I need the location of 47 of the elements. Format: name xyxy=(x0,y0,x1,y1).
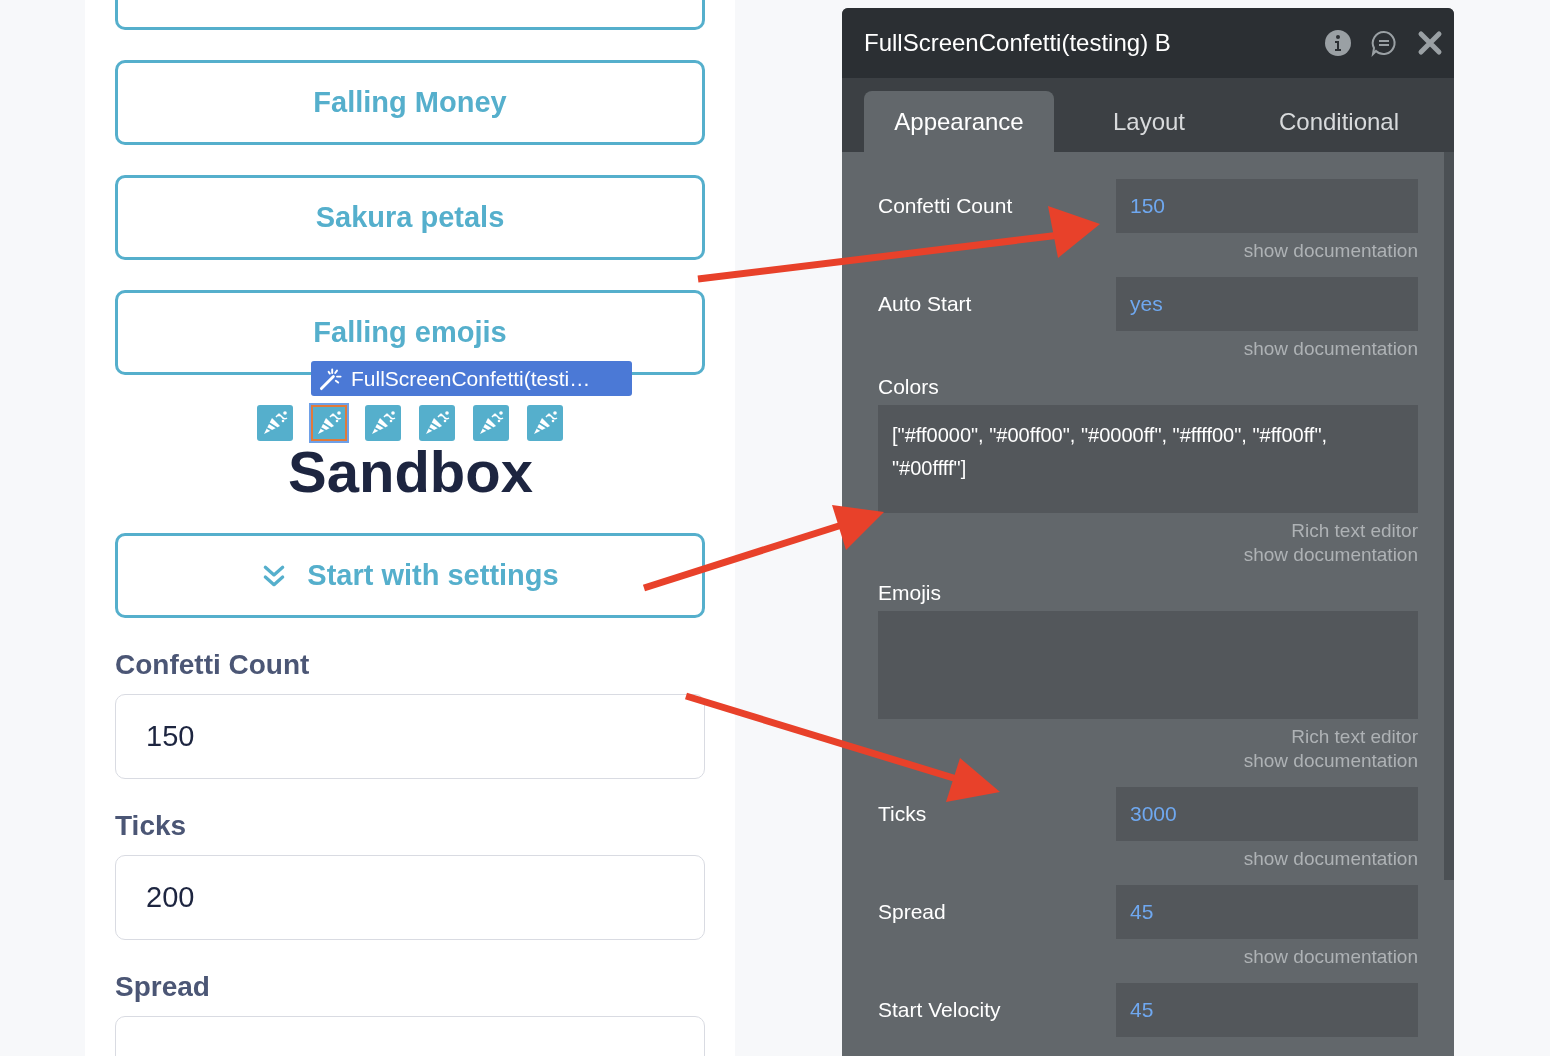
property-label: Auto Start xyxy=(878,292,972,316)
documentation-link[interactable]: show documentation xyxy=(1243,847,1418,871)
property-label: Emojis xyxy=(878,581,941,604)
property-textarea[interactable]: ["#ff0000", "#00ff00", "#0000ff", "#ffff00", "#ff00ff", "#00ffff"] xyxy=(878,405,1418,513)
field-label: Spread xyxy=(115,970,211,1004)
input-field[interactable]: 200 xyxy=(115,855,705,940)
start-settings-button[interactable]: Start with settings xyxy=(115,533,705,618)
party-popper-icon[interactable] xyxy=(365,405,401,441)
documentation-link[interactable]: Rich text editor xyxy=(1291,725,1418,749)
documentation-link[interactable]: show documentation xyxy=(1243,239,1418,263)
close-icon[interactable] xyxy=(1416,29,1444,57)
property-label: Confetti Count xyxy=(878,194,1013,218)
panel-tab[interactable]: Conditional xyxy=(1244,91,1434,152)
property-label: Colors xyxy=(878,375,939,398)
panel-tab[interactable]: Appearance xyxy=(864,91,1054,152)
comment-icon[interactable] xyxy=(1370,29,1398,57)
scrollbar[interactable] xyxy=(1444,152,1454,880)
field-label: Confetti Count xyxy=(115,648,311,682)
property-input[interactable]: yes xyxy=(1116,277,1418,331)
property-input[interactable]: 150 xyxy=(1116,179,1418,233)
party-popper-icon[interactable] xyxy=(257,405,293,441)
party-popper-icon[interactable] xyxy=(527,405,563,441)
panel-title: FullScreenConfetti(testing) B xyxy=(864,29,1172,57)
documentation-link[interactable]: show documentation xyxy=(1243,749,1418,773)
property-label: Ticks xyxy=(878,802,927,826)
property-input[interactable]: 3000 xyxy=(1116,787,1418,841)
field-label: Ticks xyxy=(115,809,188,843)
page-heading: Sandbox xyxy=(287,441,534,503)
effect-button[interactable]: Falling Money xyxy=(115,60,705,145)
documentation-link[interactable]: Rich text editor xyxy=(1291,519,1418,543)
party-popper-icon[interactable] xyxy=(473,405,509,441)
input-field[interactable]: 150 xyxy=(115,694,705,779)
magic-wand-icon xyxy=(319,366,343,391)
effect-button[interactable]: Sakura petals xyxy=(115,175,705,260)
documentation-link[interactable]: show documentation xyxy=(1243,945,1418,969)
property-label: Spread xyxy=(878,900,946,924)
panel-tab[interactable]: Layout xyxy=(1054,91,1244,152)
property-input[interactable]: 45 xyxy=(1116,983,1418,1037)
party-popper-icon[interactable] xyxy=(419,405,455,441)
property-input[interactable]: 45 xyxy=(1116,885,1418,939)
button[interactable] xyxy=(115,0,705,30)
info-icon[interactable] xyxy=(1324,29,1352,57)
party-popper-icon[interactable] xyxy=(311,405,347,441)
element-tag[interactable]: FullScreenConfetti(testi… xyxy=(311,361,632,396)
documentation-link[interactable]: show documentation xyxy=(1243,543,1418,567)
documentation-link[interactable]: show documentation xyxy=(1243,337,1418,361)
property-label: Start Velocity xyxy=(878,998,1001,1022)
